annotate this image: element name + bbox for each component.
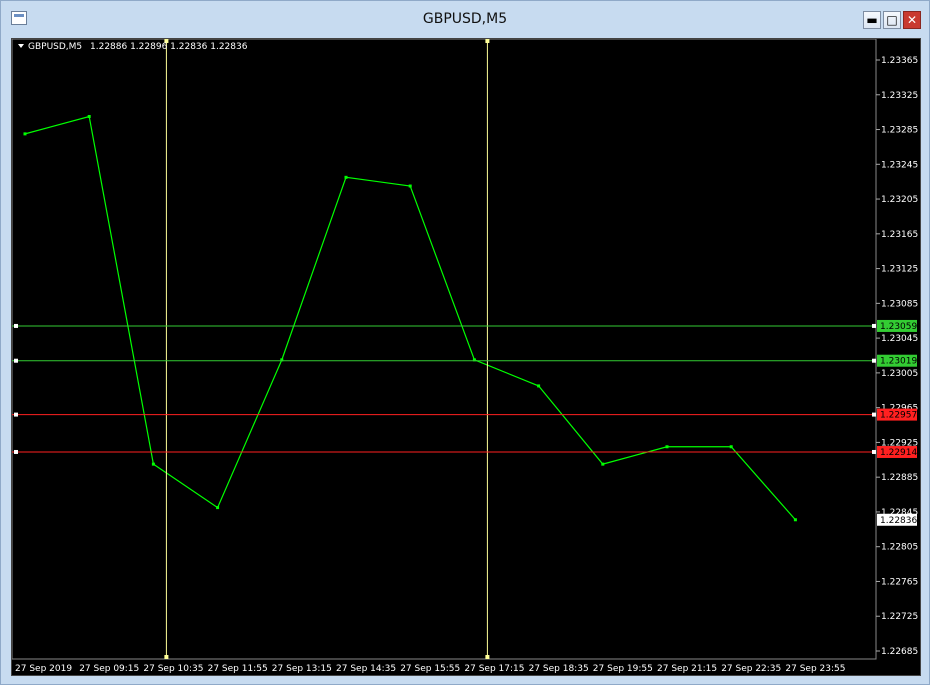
price-level-label: 1.23019 (880, 357, 917, 367)
current-price-label: 1.22836 (880, 516, 917, 526)
price-tick-label: 1.23045 (881, 334, 918, 344)
price-tick-label: 1.23245 (881, 160, 918, 170)
time-tick-label: 27 Sep 2019 (15, 664, 72, 674)
close-button[interactable]: ✕ (903, 11, 921, 29)
time-tick-label: 27 Sep 09:15 (79, 664, 139, 674)
price-tick-label: 1.22725 (881, 612, 918, 622)
price-level-label: 1.23059 (880, 322, 917, 332)
horizontal-lines: 1.23059 1.23019 1.22957 1.22914 1.22836 (12, 319, 917, 526)
title-bar[interactable]: GBPUSD,M5 ▬ □ ✕ (1, 1, 929, 37)
price-tick-label: 1.23365 (881, 56, 918, 66)
price-tick-label: 1.23285 (881, 126, 918, 136)
time-tick-label: 27 Sep 18:35 (529, 664, 589, 674)
time-tick-label: 27 Sep 14:35 (336, 664, 396, 674)
price-tick-label: 1.23005 (881, 369, 918, 379)
vertical-line-handle[interactable] (485, 39, 490, 43)
horizontal-line-handle[interactable] (872, 412, 876, 417)
vertical-lines (164, 39, 490, 659)
price-tick-label: 1.23125 (881, 265, 918, 275)
horizontal-line-handle[interactable] (14, 412, 18, 417)
close-icon: ✕ (906, 13, 918, 27)
price-chart[interactable]: 1.23365 1.23325 1.23285 1.23245 1.23205 1.231… (11, 38, 921, 676)
time-tick-label: 27 Sep 17:15 (464, 664, 524, 674)
time-axis: 27 Sep 2019 27 Sep 09:15 27 Sep 10:35 27 Se… (15, 664, 845, 674)
price-point (216, 506, 220, 510)
price-tick-label: 1.22765 (881, 577, 918, 587)
time-tick-label: 27 Sep 13:15 (272, 664, 332, 674)
minimize-icon: ▬ (866, 13, 878, 27)
price-point (729, 445, 733, 449)
price-tick-label: 1.23205 (881, 195, 918, 205)
symbol-label: GBPUSD,M5 (28, 42, 82, 52)
price-tick-label: 1.23325 (881, 91, 918, 101)
price-tick-label: 1.22685 (881, 647, 918, 657)
window-title: GBPUSD,M5 (422, 11, 508, 27)
price-tick-label: 1.22885 (881, 473, 918, 483)
price-point (344, 175, 348, 179)
time-tick-label: 27 Sep 11:55 (208, 664, 268, 674)
chart-window: GBPUSD,M5 ▬ □ ✕ 1.23365 1.23325 1.23285 1.2… (0, 0, 930, 685)
price-candles (23, 114, 797, 522)
time-tick-label: 27 Sep 22:35 (721, 664, 781, 674)
horizontal-line-handle[interactable] (872, 449, 876, 454)
horizontal-line-handle[interactable] (14, 358, 18, 363)
ohlc-label: 1.22886 1.22896 1.22836 1.22836 (90, 42, 248, 52)
chart-menu-arrow-icon[interactable] (18, 44, 24, 48)
price-level-label: 1.22914 (880, 448, 917, 458)
minimize-button[interactable]: ▬ (863, 11, 881, 29)
price-level-label: 1.22957 (880, 411, 917, 421)
vertical-line-handle[interactable] (485, 655, 490, 659)
horizontal-line-handle[interactable] (14, 323, 18, 328)
price-point (408, 184, 412, 188)
time-tick-label: 27 Sep 15:55 (400, 664, 460, 674)
price-series-line (24, 115, 796, 521)
horizontal-line-handle[interactable] (872, 358, 876, 363)
vertical-line-handle[interactable] (164, 655, 169, 659)
time-tick-label: 27 Sep 10:35 (143, 664, 203, 674)
price-point (151, 462, 155, 466)
maximize-icon: □ (886, 13, 898, 27)
price-point (665, 445, 669, 449)
maximize-button[interactable]: □ (883, 11, 901, 29)
price-point (537, 384, 541, 388)
plot-frame (12, 39, 877, 660)
price-tick-label: 1.22805 (881, 543, 918, 553)
time-tick-label: 27 Sep 19:55 (593, 664, 653, 674)
price-point (23, 132, 27, 136)
price-chart-svg[interactable]: 1.23365 1.23325 1.23285 1.23245 1.23205 1.231… (12, 39, 920, 675)
horizontal-line-handle[interactable] (14, 449, 18, 454)
price-tick-label: 1.23165 (881, 230, 918, 240)
price-point (793, 518, 797, 522)
price-tick-label: 1.23085 (881, 299, 918, 309)
price-point (601, 462, 605, 466)
price-point (87, 114, 91, 118)
time-tick-label: 27 Sep 21:15 (657, 664, 717, 674)
horizontal-line-handle[interactable] (872, 323, 876, 328)
time-tick-label: 27 Sep 23:55 (785, 664, 845, 674)
